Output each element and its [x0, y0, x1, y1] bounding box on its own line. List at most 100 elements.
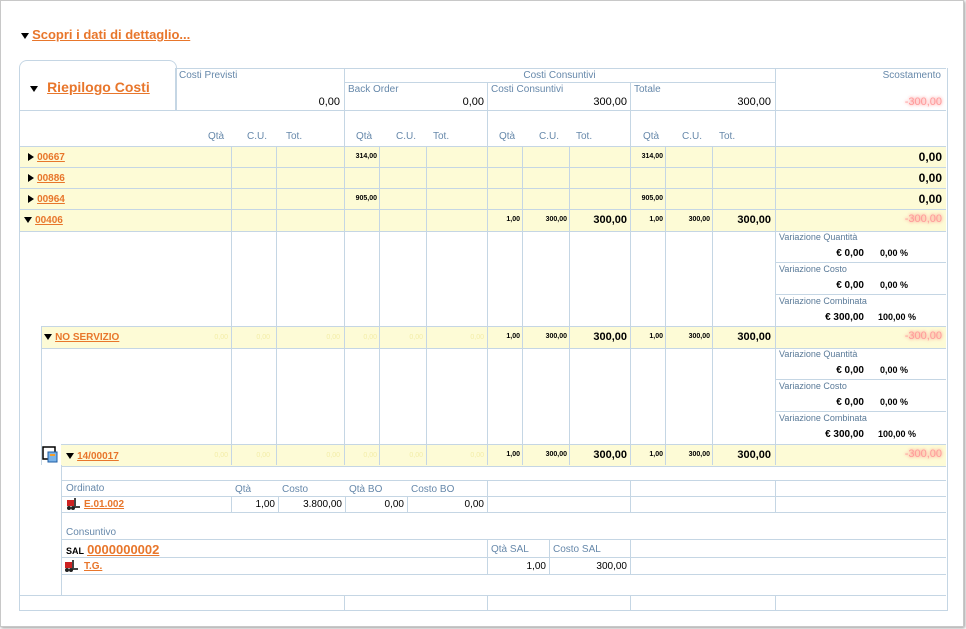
row-code-link[interactable]: 00964 — [37, 194, 65, 205]
discover-toggle[interactable]: Scopri i dati di dettaglio... — [21, 27, 190, 42]
costi-previsti-value: 0,00 — [318, 96, 340, 108]
cell: 300,00 — [545, 216, 567, 223]
collapse-arrow-icon — [21, 33, 29, 40]
costi-previsti-label: Costi Previsti — [179, 70, 238, 81]
document-icon[interactable] — [42, 446, 59, 463]
scostamento-value: -300,00 — [904, 96, 942, 108]
row-code-link[interactable]: 00667 — [37, 152, 65, 163]
variazione-quantita-label: Variazione Quantità — [779, 232, 858, 242]
row-00406[interactable]: 00406 — [24, 214, 63, 226]
table-row — [20, 188, 946, 210]
cell: 1,00 — [506, 451, 520, 458]
cell: 0,00 — [918, 192, 942, 206]
discover-link[interactable]: Scopri i dati di dettaglio... — [32, 27, 190, 42]
cell: 0,00 % — [879, 365, 908, 375]
row-code-link[interactable]: 00406 — [35, 215, 63, 226]
col-tot-bo: Tot. — [433, 131, 450, 142]
totale-value: 300,00 — [737, 96, 771, 108]
expand-arrow-icon — [28, 153, 34, 162]
cell: 0,00 — [384, 499, 404, 510]
col-qta-cons: Qtà — [499, 131, 516, 142]
col-cu-totale: C.U. — [682, 131, 702, 142]
cell: € 300,00 — [825, 429, 864, 440]
cell: 3.800,00 — [303, 499, 342, 510]
cell: 1,00 — [255, 499, 275, 510]
costi-consuntivi-label: Costi Consuntivi — [491, 84, 564, 95]
consuntivo-label: Consuntivo — [66, 527, 117, 538]
cell: 300,00 — [593, 331, 627, 343]
row-14-00017[interactable]: 14/00017 — [66, 450, 119, 462]
totale-label: Totale — [634, 84, 661, 95]
row-00667[interactable]: 00667 — [28, 151, 65, 163]
cell: 100,00 % — [877, 429, 916, 439]
scostamento-label: Scostamento — [882, 70, 941, 81]
collapse-arrow-icon — [66, 453, 74, 460]
cell: 905,00 — [641, 195, 663, 202]
row-no-servizio[interactable]: NO SERVIZIO — [44, 331, 119, 343]
cell: 0,00 — [363, 452, 377, 459]
cell: 300,00 — [545, 333, 567, 340]
collapse-arrow-icon — [24, 217, 32, 224]
col-tot-totale: Tot. — [719, 131, 736, 142]
cell: -300,00 — [904, 213, 942, 225]
expand-arrow-icon — [28, 195, 34, 204]
cell: 1,00 — [649, 216, 663, 223]
col-qta-totale: Qtà — [643, 131, 660, 142]
cell: -300,00 — [904, 448, 942, 460]
cell: 0,00 — [326, 452, 340, 459]
consuntivo-item-link[interactable]: T.G. — [84, 561, 102, 572]
cell: 314,00 — [641, 153, 663, 160]
cell: 0,00 — [409, 334, 423, 341]
col-tot-previsti: Tot. — [286, 131, 303, 142]
cell: 0,00 — [918, 171, 942, 185]
row-00886[interactable]: 00886 — [28, 172, 65, 184]
cell: 0,00 — [214, 452, 228, 459]
tab-arrow-icon — [30, 86, 38, 93]
cell: 0,00 — [363, 334, 377, 341]
cell: 0,00 — [470, 452, 484, 459]
variazione-quantita-label: Variazione Quantità — [779, 349, 858, 359]
col-qta-bo: Qtà — [356, 131, 373, 142]
tab-riepilogo-costi[interactable]: Riepilogo Costi — [19, 60, 177, 111]
costi-consuntivi-group-label: Costi Consuntivi — [523, 70, 596, 81]
cell: 1,00 — [506, 333, 520, 340]
table-row — [20, 146, 946, 168]
row-code-link[interactable]: 00886 — [37, 173, 65, 184]
cell: € 0,00 — [836, 397, 864, 408]
variazione-costo-label: Variazione Costo — [779, 381, 847, 391]
back-order-value: 0,00 — [462, 96, 484, 108]
ordinato-costo-bo-header: Costo BO — [411, 484, 455, 495]
sal-prefix: SAL — [66, 546, 84, 556]
cell: € 300,00 — [825, 312, 864, 323]
back-order-label: Back Order — [348, 84, 399, 95]
col-qta-previsti: Qtà — [208, 131, 225, 142]
ordinato-label: Ordinato — [66, 483, 105, 494]
costi-consuntivi-value: 300,00 — [593, 96, 627, 108]
cell: 300,00 — [545, 451, 567, 458]
row-00964[interactable]: 00964 — [28, 193, 65, 205]
sal-code-link[interactable]: 0000000002 — [87, 542, 159, 557]
cell: € 0,00 — [836, 365, 864, 376]
sal-row: SAL 0000000002 — [66, 542, 159, 557]
ordinato-costo-header: Costo — [282, 484, 309, 495]
cell: 0,00 — [326, 334, 340, 341]
cell: € 0,00 — [836, 280, 864, 291]
cell: 0,00 — [409, 452, 423, 459]
cell: 0,00 — [918, 150, 942, 164]
variazione-combinata-label: Variazione Combinata — [779, 296, 867, 306]
ordinato-item-link[interactable]: E.01.002 — [84, 499, 124, 510]
cell: 0,00 — [256, 334, 270, 341]
cell: 300,00 — [596, 561, 627, 572]
col-cu-cons: C.U. — [539, 131, 559, 142]
row-code-link[interactable]: 14/00017 — [77, 451, 119, 462]
col-cu-previsti: C.U. — [247, 131, 267, 142]
col-cu-bo: C.U. — [396, 131, 416, 142]
expand-arrow-icon — [28, 174, 34, 183]
forklift-icon — [65, 497, 80, 514]
cell: 300,00 — [688, 333, 710, 340]
cell: 300,00 — [737, 214, 771, 226]
cell: 1,00 — [506, 216, 520, 223]
cell: 300,00 — [737, 331, 771, 343]
variazione-costo-label: Variazione Costo — [779, 264, 847, 274]
row-code-link[interactable]: NO SERVIZIO — [55, 332, 119, 343]
